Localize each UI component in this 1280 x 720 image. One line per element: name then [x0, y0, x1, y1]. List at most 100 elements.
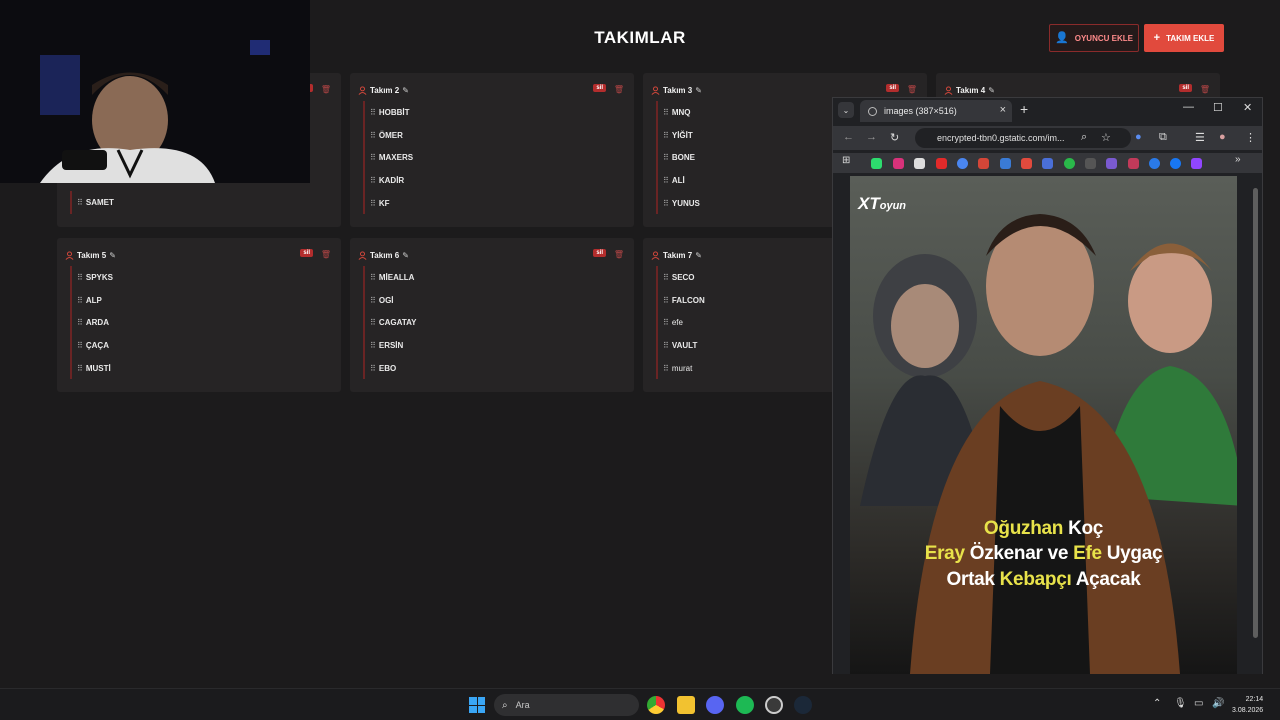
drag-handle-icon[interactable]: ⠿: [663, 273, 669, 282]
drag-handle-icon[interactable]: ⠿: [77, 296, 83, 305]
maximize-button[interactable]: ☐: [1213, 101, 1223, 114]
profile-avatar[interactable]: ●: [1219, 131, 1226, 143]
delete-team-button[interactable]: sil: [886, 84, 899, 92]
delete-team-button[interactable]: sil: [593, 84, 606, 92]
drag-handle-icon[interactable]: ⠿: [77, 364, 83, 373]
drag-handle-icon[interactable]: ⠿: [370, 176, 376, 185]
youtube-bookmark-icon[interactable]: [936, 158, 947, 169]
gmail-bookmark-icon[interactable]: [978, 158, 989, 169]
player-item[interactable]: ⠿ KF: [363, 191, 626, 215]
close-window-button[interactable]: ✕: [1243, 101, 1252, 114]
drag-handle-icon[interactable]: ⠿: [370, 318, 376, 327]
pencil-icon[interactable]: ✎: [402, 251, 409, 260]
whatsapp-bookmark-icon[interactable]: [1064, 158, 1075, 169]
drag-handle-icon[interactable]: ⠿: [370, 296, 376, 305]
new-tab-button[interactable]: +: [1020, 101, 1028, 117]
drag-handle-icon[interactable]: ⠿: [370, 341, 376, 350]
trash-icon[interactable]: 🗑: [614, 85, 624, 94]
pencil-icon[interactable]: ✎: [695, 86, 702, 95]
pencil-icon[interactable]: ✎: [695, 251, 702, 260]
drag-handle-icon[interactable]: ⠿: [370, 364, 376, 373]
apps-grid-icon[interactable]: ⊞: [842, 155, 853, 166]
menu-icon[interactable]: ⋮: [1245, 131, 1256, 144]
drag-handle-icon[interactable]: ⠿: [663, 364, 669, 373]
drag-handle-icon[interactable]: ⠿: [663, 131, 669, 140]
taskbar-search[interactable]: ⌕ Ara: [494, 694, 639, 716]
player-item[interactable]: ⠿ EBO: [363, 356, 626, 380]
google-bookmark-icon[interactable]: [957, 158, 968, 169]
reading-list-icon[interactable]: ☰: [1195, 131, 1205, 144]
drag-handle-icon[interactable]: ⠿: [663, 318, 669, 327]
steam-icon[interactable]: [794, 696, 812, 714]
player-item[interactable]: ⠿ ÖMER: [363, 123, 626, 147]
close-tab-icon[interactable]: ×: [1000, 104, 1006, 116]
pencil-icon[interactable]: ✎: [988, 86, 995, 95]
pencil-icon[interactable]: ✎: [402, 86, 409, 95]
drag-handle-icon[interactable]: ⠿: [77, 198, 83, 207]
trash-icon[interactable]: 🗑: [614, 250, 624, 259]
facebook-bookmark-icon[interactable]: [1170, 158, 1181, 169]
bookmark-icon[interactable]: [1085, 158, 1096, 169]
drag-handle-icon[interactable]: ⠿: [663, 296, 669, 305]
drag-handle-icon[interactable]: ⠿: [370, 131, 376, 140]
drag-handle-icon[interactable]: ⠿: [370, 108, 376, 117]
puzzle-icon[interactable]: ⧉: [1159, 131, 1167, 144]
player-item[interactable]: ⠿ CAGATAY: [363, 311, 626, 335]
drag-handle-icon[interactable]: ⠿: [370, 199, 376, 208]
player-item[interactable]: ⠿ HOBBİT: [363, 101, 626, 124]
trash-icon[interactable]: 🗑: [321, 250, 331, 259]
drag-handle-icon[interactable]: ⠿: [663, 341, 669, 350]
add-player-button[interactable]: 👤 OYUNCU EKLE: [1049, 24, 1139, 52]
player-item[interactable]: ⠿ ÇAÇA: [70, 334, 333, 357]
delete-team-button[interactable]: sil: [593, 249, 606, 257]
drag-handle-icon[interactable]: ⠿: [663, 108, 669, 117]
scrollbar[interactable]: [1253, 188, 1258, 638]
player-item[interactable]: ⠿ ERSİN: [363, 334, 626, 357]
bookmark-icon[interactable]: [1021, 158, 1032, 169]
minimize-button[interactable]: —: [1183, 101, 1194, 113]
tab-search-button[interactable]: ⌄: [838, 102, 854, 118]
extension-icon[interactable]: ●: [1135, 131, 1142, 143]
drag-handle-icon[interactable]: ⠿: [370, 153, 376, 162]
drag-handle-icon[interactable]: ⠿: [370, 273, 376, 282]
bookmark-icon[interactable]: [1106, 158, 1117, 169]
player-item[interactable]: ⠿ ALP: [70, 288, 333, 312]
twitch-bookmark-icon[interactable]: [1191, 158, 1202, 169]
url-field[interactable]: encrypted-tbn0.gstatic.com/im...: [915, 128, 1131, 148]
drag-handle-icon[interactable]: ⠿: [663, 199, 669, 208]
player-item[interactable]: ⠿ ARDA: [70, 311, 333, 335]
player-item[interactable]: ⠿ SPYKS: [70, 266, 333, 289]
player-item[interactable]: ⠿ MİEALLA: [363, 266, 626, 289]
delete-team-button[interactable]: sil: [1179, 84, 1192, 92]
more-bookmarks-icon[interactable]: »: [1235, 154, 1246, 165]
reload-icon[interactable]: ↻: [890, 131, 899, 144]
player-item[interactable]: ⠿ SAMET: [70, 191, 333, 214]
trash-icon[interactable]: 🗑: [1200, 85, 1210, 94]
player-item[interactable]: ⠿ OGİ: [363, 288, 626, 312]
start-button[interactable]: [469, 697, 485, 713]
player-item[interactable]: ⠿ KADİR: [363, 169, 626, 192]
drag-handle-icon[interactable]: ⠿: [663, 176, 669, 185]
volume-icon[interactable]: 🔊: [1212, 698, 1224, 709]
bookmark-icon[interactable]: [1042, 158, 1053, 169]
spotify-icon[interactable]: [736, 696, 754, 714]
discord-icon[interactable]: [706, 696, 724, 714]
bookmark-icon[interactable]: [1128, 158, 1139, 169]
network-icon[interactable]: ▭: [1194, 698, 1203, 709]
microphone-icon[interactable]: 🎙: [1174, 698, 1187, 709]
drag-handle-icon[interactable]: ⠿: [663, 153, 669, 162]
add-team-button[interactable]: + TAKIM EKLE: [1144, 24, 1224, 52]
bookmark-icon[interactable]: [1000, 158, 1011, 169]
x-bookmark-icon[interactable]: [914, 158, 925, 169]
back-icon[interactable]: ←: [843, 131, 854, 143]
delete-team-button[interactable]: sil: [300, 249, 313, 257]
zoom-icon[interactable]: ⌕: [1081, 131, 1087, 144]
pencil-icon[interactable]: ✎: [109, 251, 116, 260]
file-explorer-icon[interactable]: [677, 696, 695, 714]
drag-handle-icon[interactable]: ⠿: [77, 318, 83, 327]
kick-bookmark-icon[interactable]: [871, 158, 882, 169]
app-icon[interactable]: [765, 696, 783, 714]
bookmark-star-icon[interactable]: ☆: [1101, 131, 1111, 144]
chrome-icon[interactable]: [647, 696, 665, 714]
chevron-up-icon[interactable]: ⌃: [1153, 698, 1161, 709]
